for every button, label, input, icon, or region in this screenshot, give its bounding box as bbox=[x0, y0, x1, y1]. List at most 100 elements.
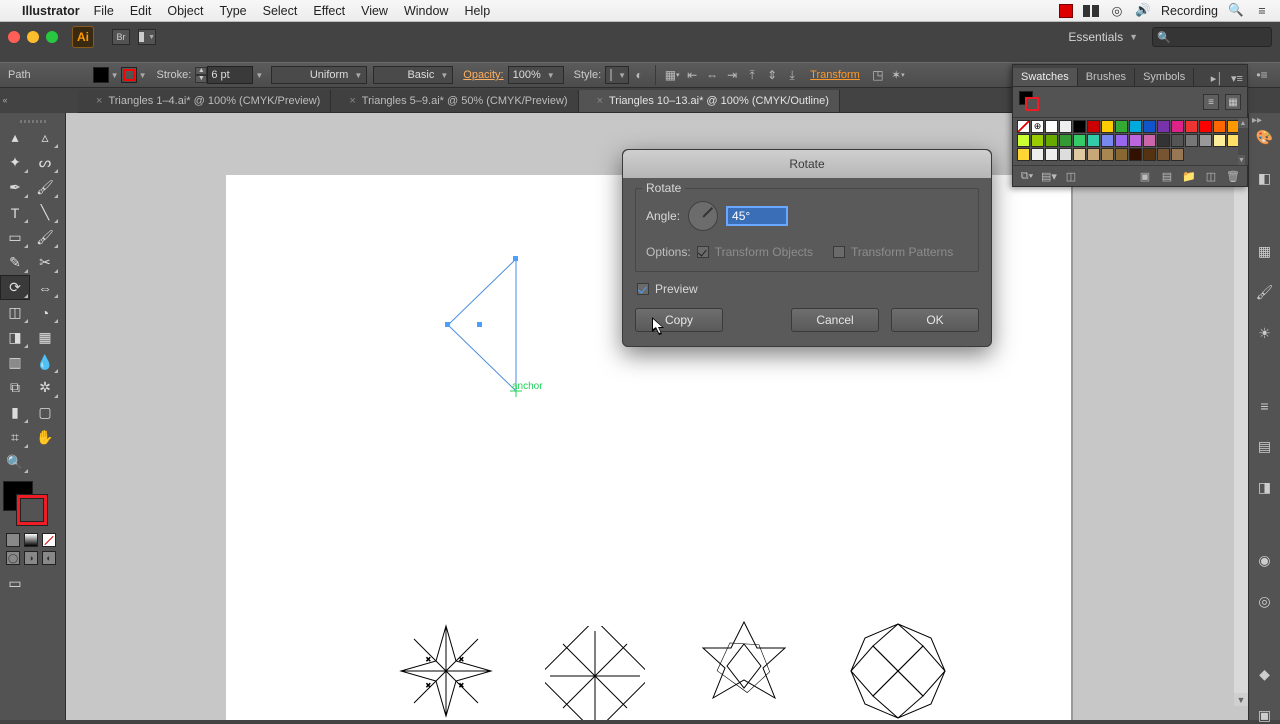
swatch-cell[interactable] bbox=[1157, 148, 1170, 161]
zoom-tool-icon[interactable]: 🔍 bbox=[0, 450, 30, 475]
blob-brush-tool-icon[interactable]: 🖌 bbox=[30, 175, 60, 200]
swatch-none[interactable] bbox=[1017, 120, 1030, 133]
swatches-panel-icon[interactable]: ▦ bbox=[1255, 243, 1275, 260]
paintbrush-tool-icon[interactable]: 🖌 bbox=[30, 225, 60, 250]
brushes-panel-icon[interactable]: 🖌 bbox=[1255, 284, 1275, 301]
adobe-cloud-icon[interactable] bbox=[1083, 3, 1099, 19]
type-tool-icon[interactable]: T bbox=[0, 200, 30, 225]
align-center-v-icon[interactable]: ⇕ bbox=[763, 66, 781, 84]
copy-button[interactable]: Copy bbox=[635, 308, 723, 332]
gradient-panel-icon[interactable]: ▤ bbox=[1255, 438, 1275, 455]
swatch-cell[interactable] bbox=[1101, 134, 1114, 147]
swatch-options-icon[interactable]: ◫ bbox=[1063, 169, 1079, 183]
line-segment-tool-icon[interactable]: ╲ bbox=[30, 200, 60, 225]
menu-select[interactable]: Select bbox=[263, 4, 298, 18]
document-tab[interactable]: ×Triangles 5–9.ai* @ 50% (CMYK/Preview) bbox=[331, 90, 578, 112]
panel-scrollbar[interactable]: ▲▼ bbox=[1238, 118, 1248, 165]
swatch-cell[interactable] bbox=[1073, 134, 1086, 147]
edit-icon[interactable]: ◫ bbox=[1203, 169, 1219, 183]
swatch-cell[interactable] bbox=[1185, 120, 1198, 133]
menu-type[interactable]: Type bbox=[220, 4, 247, 18]
pen-tool-icon[interactable]: ✒ bbox=[0, 175, 30, 200]
color-icon[interactable] bbox=[6, 533, 20, 547]
volume-icon[interactable]: 🔊 bbox=[1135, 3, 1151, 19]
menu-extras-icon[interactable]: ≡ bbox=[1254, 3, 1270, 19]
menu-edit[interactable]: Edit bbox=[130, 4, 152, 18]
swatch-cell[interactable] bbox=[1087, 148, 1100, 161]
screen-mode-icon[interactable]: ▭ bbox=[0, 571, 30, 596]
stroke-weight-input[interactable] bbox=[207, 66, 253, 84]
delete-icon[interactable]: 🗑 bbox=[1225, 169, 1241, 183]
show-kinds-icon[interactable]: ▤▾ bbox=[1041, 169, 1057, 183]
align-left-icon[interactable]: ⇤ bbox=[683, 66, 701, 84]
isolate-icon[interactable]: ◳ bbox=[869, 66, 887, 84]
list-view-icon[interactable]: ≡ bbox=[1203, 94, 1219, 110]
angle-input[interactable] bbox=[726, 206, 788, 226]
swatch-cell[interactable] bbox=[1115, 148, 1128, 161]
artboard-tool-icon[interactable]: ▢ bbox=[30, 400, 60, 425]
lasso-tool-icon[interactable]: ᔕ bbox=[30, 150, 60, 175]
swatch-cell[interactable] bbox=[1171, 134, 1184, 147]
swatch-cell[interactable] bbox=[1129, 148, 1142, 161]
swatch-cell[interactable] bbox=[1017, 148, 1030, 161]
swatch-cell[interactable] bbox=[1143, 148, 1156, 161]
swatch-cell[interactable] bbox=[1157, 134, 1170, 147]
swatch-cell[interactable] bbox=[1143, 134, 1156, 147]
swatch-cell[interactable] bbox=[1031, 134, 1044, 147]
swatch-cell[interactable] bbox=[1199, 120, 1212, 133]
draw-behind-icon[interactable]: ◑ bbox=[24, 551, 38, 565]
swatch-cell[interactable] bbox=[1115, 134, 1128, 147]
swatch-cell[interactable] bbox=[1171, 120, 1184, 133]
swatch-cell[interactable] bbox=[1213, 120, 1226, 133]
appearance-panel-icon[interactable]: ◉ bbox=[1255, 552, 1275, 569]
document-tab[interactable]: ×Triangles 1–4.ai* @ 100% (CMYK/Preview) bbox=[78, 90, 331, 112]
opacity-label[interactable]: Opacity: bbox=[463, 69, 503, 81]
ok-button[interactable]: OK bbox=[891, 308, 979, 332]
recolor-icon[interactable]: ◐ bbox=[630, 66, 648, 84]
search-input[interactable]: 🔍 bbox=[1152, 27, 1272, 47]
menu-view[interactable]: View bbox=[361, 4, 388, 18]
selection-tool-icon[interactable]: ▴ bbox=[0, 125, 30, 150]
document-tab[interactable]: ×Triangles 10–13.ai* @ 100% (CMYK/Outlin… bbox=[579, 90, 840, 112]
blend-tool-icon[interactable]: ⧉ bbox=[0, 375, 30, 400]
swatch-cell[interactable] bbox=[1185, 134, 1198, 147]
rotate-tool-icon[interactable]: ⟳ bbox=[0, 275, 30, 300]
spotlight-icon[interactable]: 🔍 bbox=[1228, 3, 1244, 19]
tab-brushes[interactable]: Brushes bbox=[1078, 68, 1135, 86]
dialog-title[interactable]: Rotate bbox=[623, 150, 991, 178]
swatch-cell[interactable] bbox=[1031, 148, 1044, 161]
swatch-cell[interactable] bbox=[1171, 148, 1184, 161]
control-bar-menu-icon[interactable]: •≡ bbox=[1253, 66, 1271, 84]
graphic-style[interactable]: ▼ bbox=[605, 66, 629, 84]
panel-grip[interactable] bbox=[0, 117, 65, 125]
opacity-input[interactable]: 100%▼ bbox=[508, 66, 564, 84]
swatch-cell[interactable] bbox=[1199, 134, 1212, 147]
close-icon[interactable]: × bbox=[597, 95, 603, 107]
fill-swatch[interactable] bbox=[93, 67, 109, 83]
tab-symbols[interactable]: Symbols bbox=[1135, 68, 1194, 86]
hand-tool-icon[interactable]: ✋ bbox=[30, 425, 60, 450]
swatch-cell[interactable] bbox=[1213, 134, 1226, 147]
swatch-cell[interactable] bbox=[1157, 120, 1170, 133]
bridge-icon[interactable]: Br bbox=[112, 29, 130, 45]
graphic-styles-panel-icon[interactable]: ◎ bbox=[1255, 593, 1275, 610]
preview-checkbox[interactable] bbox=[637, 283, 649, 295]
stroke-swatch[interactable] bbox=[121, 67, 137, 83]
arrange-documents-icon[interactable]: ▼ bbox=[138, 29, 156, 45]
swatch-cell[interactable] bbox=[1059, 134, 1072, 147]
align-center-h-icon[interactable]: ⇔ bbox=[703, 66, 721, 84]
brush-definition[interactable]: Basic▼ bbox=[373, 66, 453, 84]
swatch-cell[interactable] bbox=[1143, 120, 1156, 133]
color-panel-icon[interactable]: 🎨 bbox=[1255, 129, 1275, 146]
sync-icon[interactable]: ◎ bbox=[1109, 3, 1125, 19]
swatch-cell[interactable] bbox=[1073, 120, 1086, 133]
vertical-scrollbar[interactable]: ▲▼ bbox=[1234, 113, 1248, 706]
close-icon[interactable]: × bbox=[349, 95, 355, 107]
eyedropper-tool-icon[interactable]: 💧 bbox=[30, 350, 60, 375]
rectangle-tool-icon[interactable]: ▭ bbox=[0, 225, 30, 250]
swatch-cell[interactable] bbox=[1045, 120, 1058, 133]
artboards-panel-icon[interactable]: ▣ bbox=[1255, 707, 1275, 724]
menu-file[interactable]: File bbox=[94, 4, 114, 18]
swatch-cell[interactable] bbox=[1101, 120, 1114, 133]
menu-window[interactable]: Window bbox=[404, 4, 448, 18]
